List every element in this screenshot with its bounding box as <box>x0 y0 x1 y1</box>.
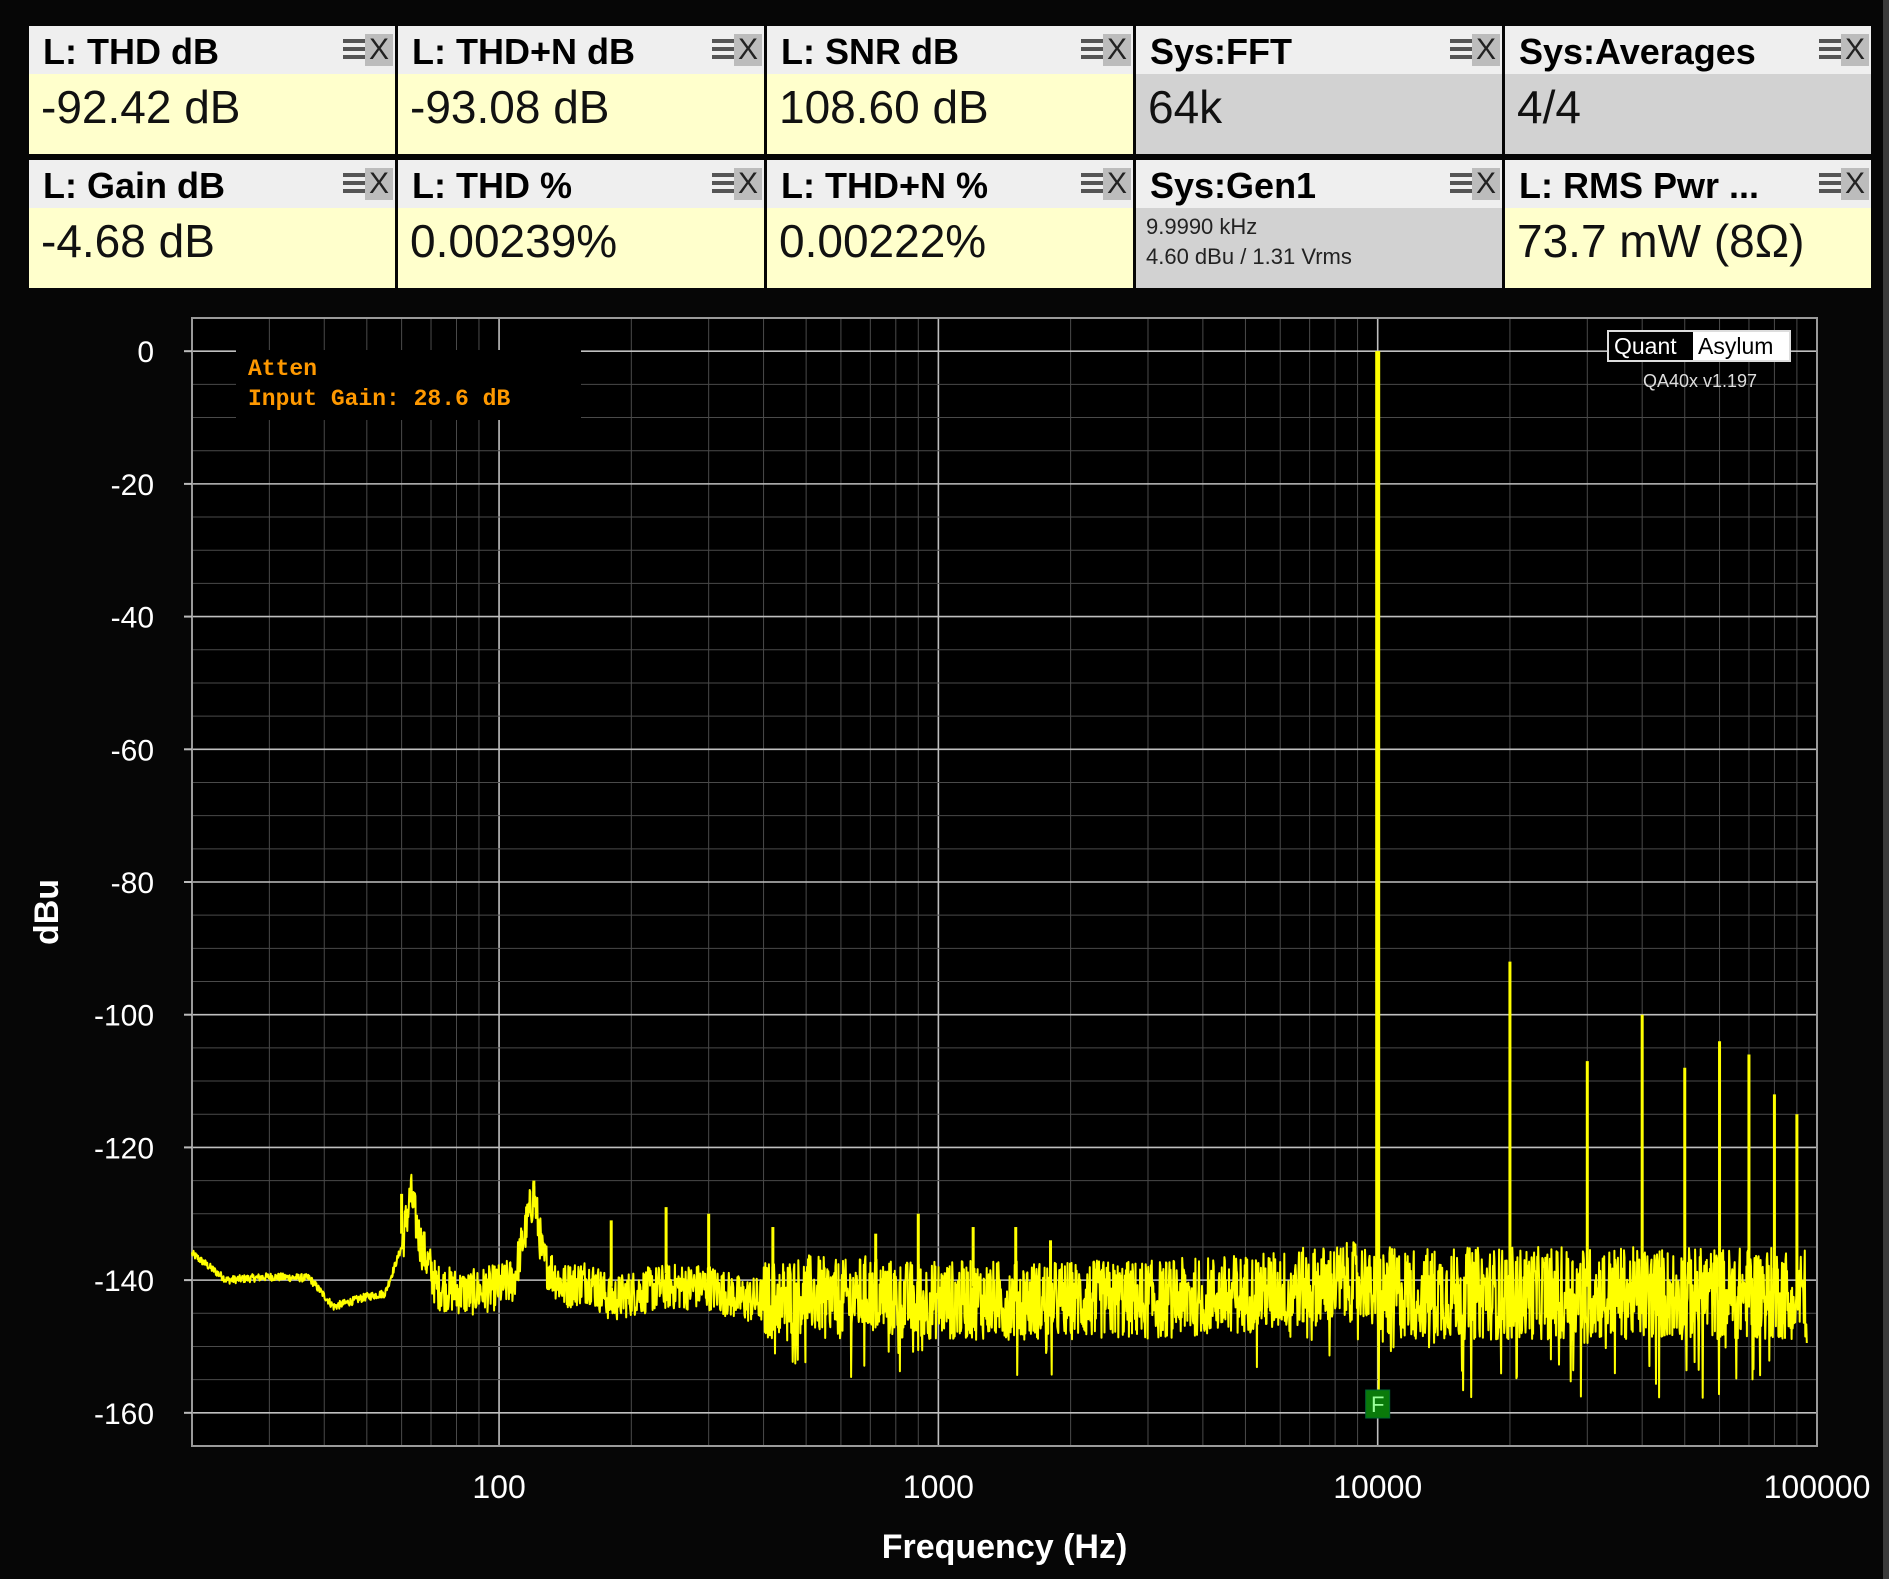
y-axis-title: dBu <box>28 879 66 945</box>
spectrum-plot[interactable]: 0 -20 -40 -60 -80 -100 -120 -140 -160 100 1000 1000… <box>0 0 1880 1579</box>
annotation-input-gain: Input Gain: 28.6 dB <box>248 386 510 412</box>
y-tick-label: -100 <box>94 1000 154 1033</box>
annotation-atten: Atten <box>248 356 317 382</box>
brand-quant: Quant <box>1614 333 1677 359</box>
brand-asylum: Asylum <box>1698 333 1773 359</box>
y-tick-label: 0 <box>137 336 154 369</box>
brand-version: QA40x v1.197 <box>1643 371 1757 391</box>
analyzer-window: L: THD dB X -92.42 dB L: THD+N dB X -93.08 dB… <box>0 0 1889 1579</box>
y-tick-label: -40 <box>111 602 154 635</box>
fundamental-marker-label: F <box>1371 1392 1384 1417</box>
x-tick-label: 100 <box>472 1469 525 1505</box>
y-tick-label: -120 <box>94 1132 154 1165</box>
x-tick-label: 10000 <box>1333 1469 1422 1505</box>
y-tick-label: -80 <box>111 867 154 900</box>
y-tick-label: -20 <box>111 469 154 502</box>
y-tick-label: -140 <box>94 1265 154 1298</box>
y-tick-label: -60 <box>111 734 154 767</box>
y-tick-label: -160 <box>94 1398 154 1431</box>
x-tick-label: 1000 <box>903 1469 974 1505</box>
x-axis-title: Frequency (Hz) <box>882 1528 1128 1566</box>
x-tick-label: 100000 <box>1764 1469 1871 1505</box>
